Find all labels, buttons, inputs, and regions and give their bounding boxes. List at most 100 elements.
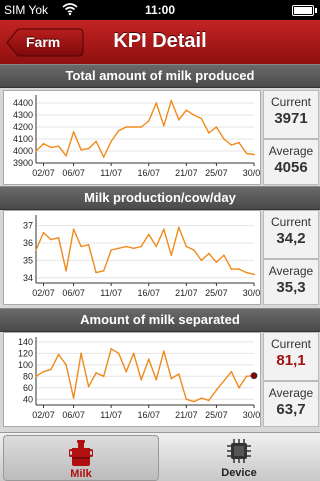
data-point [87, 385, 90, 388]
average-label: Average [268, 144, 314, 158]
data-point [72, 131, 75, 133]
data-point [170, 254, 173, 257]
data-point [132, 126, 135, 128]
x-tick-label: 11/07 [100, 410, 122, 420]
data-point [57, 145, 60, 147]
current-label: Current [270, 337, 311, 351]
x-tick-label: 25/07 [205, 410, 228, 420]
series-line [35, 348, 255, 403]
data-point [35, 375, 37, 378]
x-tick-label: 06/07 [62, 168, 85, 178]
data-point [35, 249, 37, 251]
data-point [65, 155, 67, 157]
data-point [238, 268, 240, 270]
chip-icon [227, 439, 251, 463]
section-header-total-milk: Total amount of milk produced [0, 64, 320, 88]
data-point [117, 247, 120, 250]
x-tick-label: 30/07 [243, 288, 260, 298]
y-tick-label: 36 [23, 238, 33, 248]
data-point [155, 102, 158, 104]
data-point [208, 399, 210, 402]
data-point [185, 109, 188, 111]
data-point [215, 126, 218, 128]
chart-milk-per-cow-svg: 34 35 36 37 02/07 06/07 11/07 16/07 21/07 25/07 30… [23, 215, 260, 298]
x-tick-label: 21/07 [175, 288, 198, 298]
data-point [87, 243, 90, 246]
data-point [102, 156, 105, 158]
x-tick-label: 11/07 [100, 288, 122, 298]
data-point [178, 373, 180, 375]
current-point-marker [250, 372, 258, 380]
average-value: 35,3 [276, 279, 306, 296]
average-milk-per-cow: Average 35,3 [263, 259, 319, 305]
y-tick-label: 4000 [13, 146, 33, 156]
clock: 11:00 [144, 3, 176, 17]
average-label: Average [268, 386, 314, 400]
data-point [102, 270, 105, 272]
data-point [57, 237, 60, 239]
average-value: 4056 [274, 159, 308, 176]
data-point [110, 249, 112, 251]
tab-bar: Milk Device [0, 432, 320, 481]
x-tick-label: 16/07 [137, 410, 160, 420]
data-point [42, 143, 45, 145]
data-point [147, 120, 150, 122]
average-label: Average [268, 264, 314, 278]
data-point [65, 364, 67, 366]
data-point [95, 271, 97, 274]
x-tick-label: 11/07 [100, 168, 122, 178]
data-point [140, 378, 143, 381]
data-point [50, 368, 52, 371]
data-point [155, 378, 158, 381]
tab-device[interactable]: Device [162, 435, 316, 479]
data-point [50, 146, 52, 149]
data-point [223, 138, 225, 140]
data-point [132, 352, 135, 355]
x-tick-label: 25/07 [205, 168, 228, 178]
data-point [170, 99, 173, 102]
data-point [170, 377, 173, 380]
x-tick-label: 30/07 [243, 410, 260, 420]
data-point [125, 126, 128, 128]
chart-total-milk-svg: 3900 4000 4100 4200 4300 4400 02/07 06/07 11/07 1… [13, 95, 260, 178]
data-point [238, 141, 240, 144]
page-title: KPI Detail [113, 30, 207, 52]
tab-milk[interactable]: Milk [3, 435, 159, 481]
y-tick-label: 4200 [13, 122, 33, 132]
y-tick-label: 80 [23, 371, 33, 381]
current-label: Current [270, 95, 311, 109]
y-tick-label: 40 [23, 394, 33, 404]
current-label: Current [270, 215, 311, 229]
data-point [110, 347, 112, 350]
data-point [230, 144, 233, 146]
data-point [162, 125, 165, 127]
x-tick-label: 06/07 [62, 288, 85, 298]
y-tick-label: 4300 [13, 110, 33, 120]
data-point [215, 389, 218, 391]
y-tick-label: 120 [18, 348, 33, 358]
data-point [185, 245, 188, 248]
data-point [215, 261, 218, 263]
navigation-bar: Farm KPI Detail [0, 20, 320, 65]
y-tick-label: 4400 [13, 98, 33, 108]
data-point [185, 398, 188, 401]
chart-milk-per-cow: 34 35 36 37 02/07 06/07 11/07 16/07 21/07 25/07 30… [3, 210, 261, 305]
data-point [35, 150, 37, 152]
data-point [110, 140, 112, 143]
average-milk-separated: Average 63,7 [263, 381, 319, 427]
current-value: 81,1 [276, 352, 306, 369]
chart-total-milk: 3900 4000 4100 4200 4300 4400 02/07 06/07 11/07 1… [3, 90, 261, 185]
data-point [125, 370, 128, 373]
data-point [87, 147, 90, 150]
data-point [162, 350, 165, 352]
average-total-milk: Average 4056 [263, 139, 319, 185]
data-point [140, 126, 143, 128]
data-point [162, 228, 165, 230]
x-tick-label: 21/07 [175, 410, 198, 420]
series-line [35, 99, 255, 158]
data-point [80, 149, 82, 151]
data-point [230, 268, 233, 270]
data-point [95, 140, 97, 143]
current-value: 3971 [274, 110, 308, 127]
series-line [35, 226, 255, 275]
